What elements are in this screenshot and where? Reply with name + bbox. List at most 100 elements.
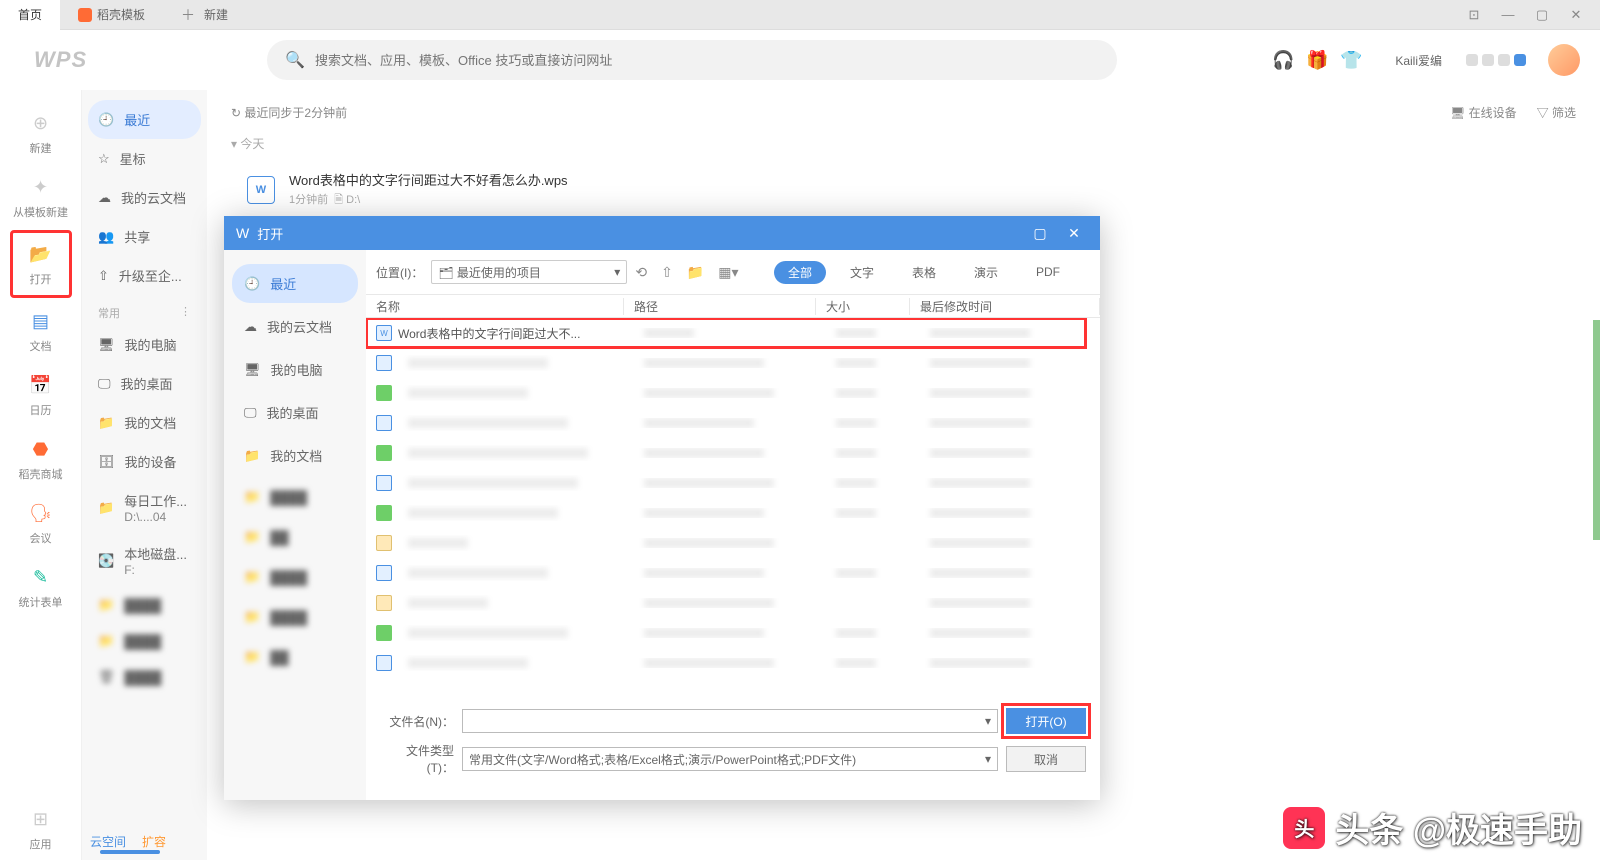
content-top: ↻ 最近同步于2分钟前 🖥 在线设备 ▽ 筛选 bbox=[231, 104, 1576, 121]
col-name[interactable]: 名称 bbox=[366, 298, 624, 315]
side-desktop[interactable]: 🖵我的桌面 bbox=[88, 364, 201, 403]
dialog-maximize-icon[interactable]: ▢ bbox=[1026, 221, 1054, 245]
dialog-column-headers: 名称 路径 大小 最后修改时间 bbox=[366, 294, 1100, 318]
side-devices[interactable]: 🗄我的设备 bbox=[88, 442, 201, 481]
side-blur1[interactable]: 📁████ bbox=[88, 587, 201, 623]
dialog-close-icon[interactable]: ✕ bbox=[1060, 221, 1088, 245]
side-computer[interactable]: 🖥我的电脑 bbox=[88, 325, 201, 364]
headset-icon[interactable]: 🎧 bbox=[1273, 50, 1293, 70]
side-blur2[interactable]: 📁████ bbox=[88, 623, 201, 659]
dlg-side-cloud[interactable]: ☁我的云文档 bbox=[232, 307, 358, 346]
word-file-icon: W bbox=[376, 325, 392, 341]
rail-form[interactable]: ✎统计表单 bbox=[10, 556, 72, 618]
store-icon: ⬣ bbox=[28, 436, 54, 462]
avatar[interactable] bbox=[1548, 44, 1580, 76]
dialog-file-list[interactable]: WWord表格中的文字行间距过大不... bbox=[366, 318, 1100, 698]
filter-text[interactable]: 文字 bbox=[836, 261, 888, 284]
list-item[interactable] bbox=[366, 648, 1086, 678]
list-item[interactable] bbox=[366, 378, 1086, 408]
filename-combo[interactable]: ▾ bbox=[462, 709, 998, 733]
list-item[interactable] bbox=[366, 528, 1086, 558]
dlg-side-recent[interactable]: 🕘最近 bbox=[232, 264, 358, 303]
location-select[interactable]: 🗂 最近使用的项目▾ bbox=[431, 260, 627, 284]
win-minimize-icon[interactable]: — bbox=[1498, 5, 1518, 25]
dlg-side-blur5[interactable]: 📁██ bbox=[232, 639, 358, 675]
up-icon[interactable]: ⇧ bbox=[661, 264, 673, 281]
side-share[interactable]: 👥共享 bbox=[88, 217, 201, 256]
tab-template[interactable]: 稻壳模板 bbox=[60, 0, 163, 30]
list-item[interactable] bbox=[366, 498, 1086, 528]
dlg-side-docs[interactable]: 📁我的文档 bbox=[232, 436, 358, 475]
expand-link[interactable]: 扩容 bbox=[142, 833, 166, 850]
side-daily[interactable]: 📁每日工作...D:\....04 bbox=[88, 481, 201, 534]
filetype-combo[interactable]: 常用文件(文字/Word格式;表格/Excel格式;演示/PowerPoint格… bbox=[462, 747, 998, 771]
rail-store[interactable]: ⬣稻壳商城 bbox=[10, 428, 72, 490]
col-date[interactable]: 最后修改时间 bbox=[910, 298, 1100, 315]
win-compact-icon[interactable]: ⊡ bbox=[1464, 5, 1484, 25]
star-icon: ☆ bbox=[98, 151, 110, 167]
rail-meeting[interactable]: 🗣会议 bbox=[10, 492, 72, 554]
rail-apps[interactable]: ⊞应用 bbox=[10, 798, 72, 860]
computer-icon: 🖥 bbox=[244, 362, 261, 378]
shirt-icon[interactable]: 👕 bbox=[1341, 50, 1361, 70]
search-input[interactable] bbox=[315, 53, 1099, 68]
col-path[interactable]: 路径 bbox=[624, 298, 816, 315]
side-local[interactable]: 💽本地磁盘...F: bbox=[88, 534, 201, 587]
clock-icon: 🕘 bbox=[244, 276, 260, 292]
side-recent[interactable]: 🕘最近 bbox=[88, 100, 201, 139]
view-icon[interactable]: ▦▾ bbox=[718, 264, 738, 281]
filter-sheet[interactable]: 表格 bbox=[898, 261, 950, 284]
list-item[interactable] bbox=[366, 588, 1086, 618]
dlg-side-blur4[interactable]: 📁████ bbox=[232, 599, 358, 635]
folder-icon: 📁 bbox=[244, 448, 260, 464]
search-box[interactable]: 🔍 bbox=[267, 40, 1117, 80]
list-item[interactable] bbox=[366, 558, 1086, 588]
rail-doc[interactable]: ▤文档 bbox=[10, 300, 72, 362]
col-size[interactable]: 大小 bbox=[816, 298, 910, 315]
dlg-side-desktop[interactable]: 🖵我的桌面 bbox=[232, 393, 358, 432]
dialog-footer: 文件名(N)： ▾ 打开(O) 文件类型(T)： 常用文件(文字/Word格式;… bbox=[366, 698, 1100, 800]
open-button[interactable]: 打开(O) bbox=[1006, 708, 1086, 734]
list-item[interactable]: WWord表格中的文字行间距过大不... bbox=[366, 318, 1086, 348]
tab-new[interactable]: ＋新建 bbox=[163, 0, 246, 30]
location-label: 位置(I)： bbox=[376, 264, 423, 281]
filter-slide[interactable]: 演示 bbox=[960, 261, 1012, 284]
file-meta: 1分钟前 🗎 D:\ bbox=[289, 191, 568, 210]
filter-link[interactable]: ▽ 筛选 bbox=[1537, 104, 1576, 121]
filter-all[interactable]: 全部 bbox=[774, 261, 826, 284]
new-folder-icon[interactable]: 📁 bbox=[687, 264, 704, 281]
back-icon[interactable]: ⟲ bbox=[635, 264, 647, 281]
gift-icon[interactable]: 🎁 bbox=[1307, 50, 1327, 70]
dlg-side-blur1[interactable]: 📁████ bbox=[232, 479, 358, 515]
side-upgrade[interactable]: ⇧升级至企... bbox=[88, 256, 201, 295]
header: WPS 🔍 🎧 🎁 👕 Kaili爱编 bbox=[0, 30, 1600, 90]
side-cloud[interactable]: ☁我的云文档 bbox=[88, 178, 201, 217]
file-row[interactable]: W Word表格中的文字行间距过大不好看怎么办.wps 1分钟前 🗎 D:\ bbox=[231, 160, 1576, 220]
dlg-side-blur3[interactable]: 📁████ bbox=[232, 559, 358, 595]
user-name: Kaili爱编 bbox=[1395, 52, 1442, 69]
side-docs[interactable]: 📁我的文档 bbox=[88, 403, 201, 442]
list-item[interactable] bbox=[366, 348, 1086, 378]
dlg-side-computer[interactable]: 🖥我的电脑 bbox=[232, 350, 358, 389]
cloud-space-link[interactable]: 云空间 bbox=[90, 833, 126, 850]
dlg-side-blur2[interactable]: 📁██ bbox=[232, 519, 358, 555]
folder-open-icon: 📂 bbox=[28, 241, 54, 267]
rail-from-template[interactable]: ✦从模板新建 bbox=[10, 166, 72, 228]
rail-open[interactable]: 📂打开 bbox=[10, 230, 72, 298]
win-close-icon[interactable]: ✕ bbox=[1566, 5, 1586, 25]
side-blur3[interactable]: 🗑████ bbox=[88, 659, 201, 695]
list-item[interactable] bbox=[366, 438, 1086, 468]
list-item[interactable] bbox=[366, 618, 1086, 648]
rail-calendar[interactable]: 📅日历 bbox=[10, 364, 72, 426]
filter-pdf[interactable]: PDF bbox=[1022, 262, 1074, 282]
rail-new[interactable]: ⊕新建 bbox=[10, 102, 72, 164]
list-item[interactable] bbox=[366, 408, 1086, 438]
chevron-down-icon: ▾ bbox=[985, 752, 991, 766]
list-item[interactable] bbox=[366, 468, 1086, 498]
tab-home[interactable]: 首页 bbox=[0, 0, 60, 30]
side-star[interactable]: ☆星标 bbox=[88, 139, 201, 178]
online-devices-link[interactable]: 🖥 在线设备 bbox=[1450, 104, 1517, 121]
section-today: ▾ 今天 bbox=[231, 135, 1576, 152]
cancel-button[interactable]: 取消 bbox=[1006, 746, 1086, 772]
win-maximize-icon[interactable]: ▢ bbox=[1532, 5, 1552, 25]
